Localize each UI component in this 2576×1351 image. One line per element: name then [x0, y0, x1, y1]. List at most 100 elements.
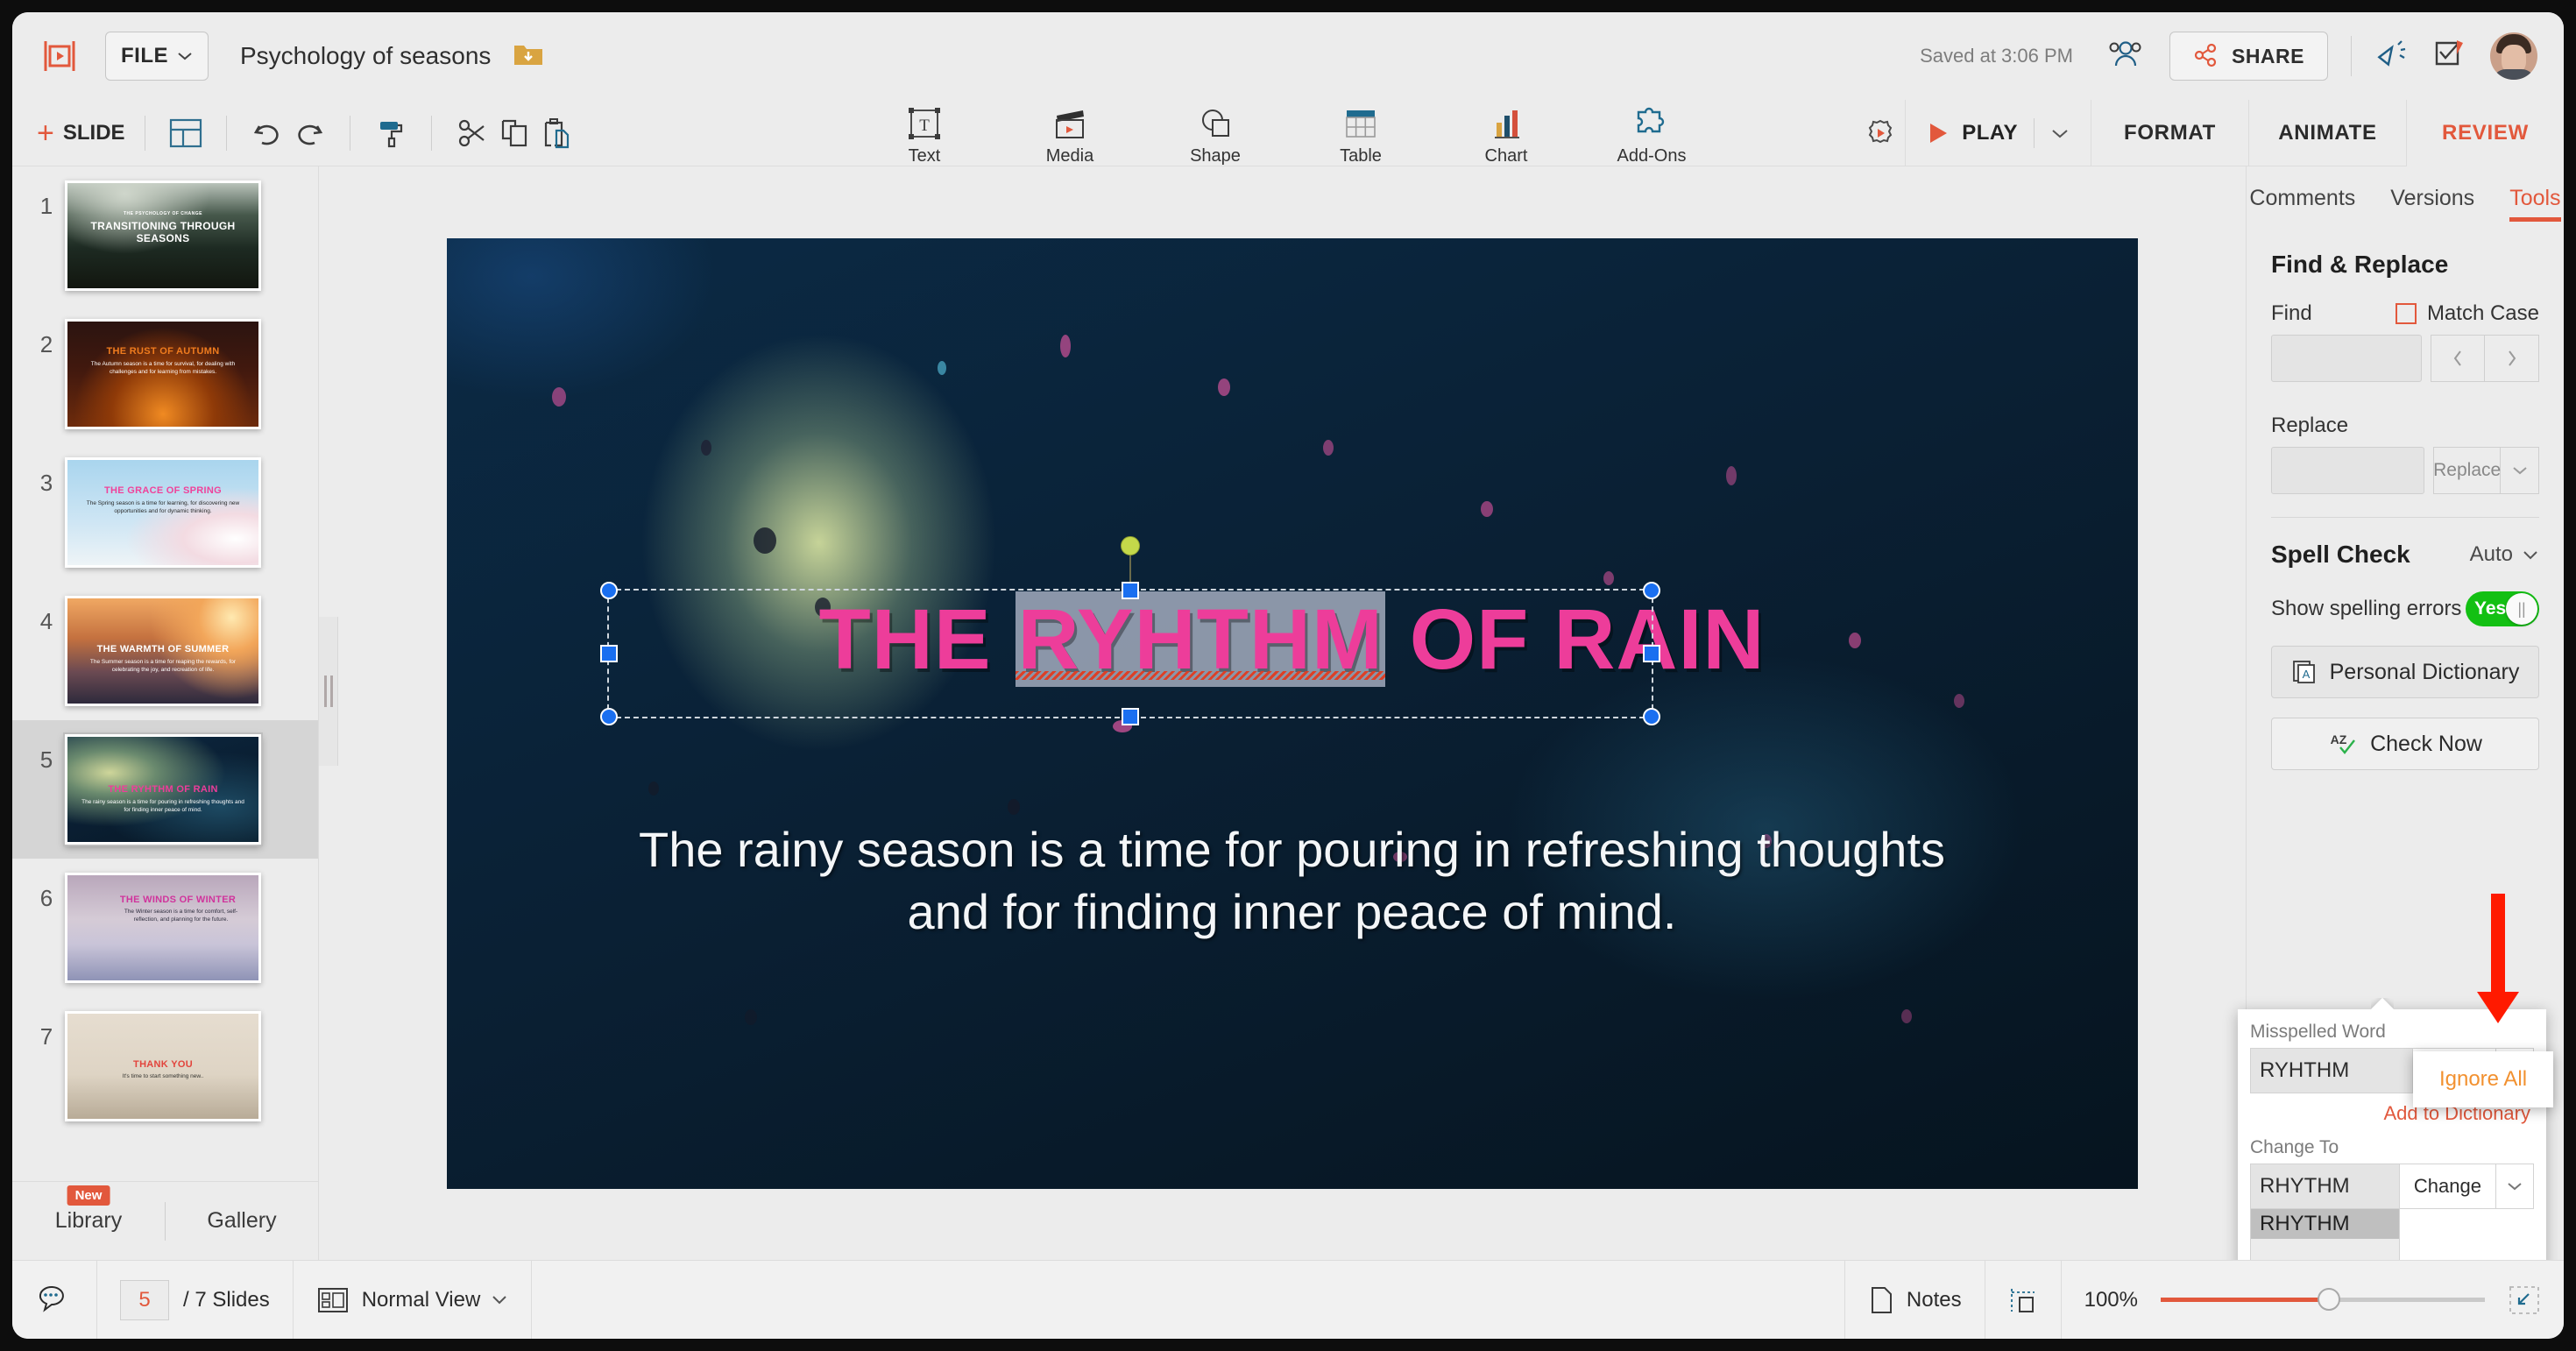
slide-thumbnail-selected[interactable]: THE RYHTHM OF RAIN The rainy season is a…: [65, 734, 261, 845]
tab-format[interactable]: FORMAT: [2091, 100, 2248, 166]
comments-button[interactable]: [12, 1260, 97, 1339]
tab-tools[interactable]: Tools: [2509, 186, 2561, 222]
normal-view-icon: [317, 1287, 348, 1312]
misspelled-word-input[interactable]: RYHTHM: [2250, 1048, 2413, 1093]
document-title[interactable]: Psychology of seasons: [240, 42, 491, 70]
find-next-button[interactable]: [2485, 335, 2539, 382]
secondary-toolbar: + SLIDE T Text Media Shape Table Chart A…: [12, 100, 2564, 166]
find-input[interactable]: [2271, 335, 2422, 382]
change-to-label: Change To: [2250, 1137, 2339, 1157]
zoom-slider-knob[interactable]: [2318, 1288, 2341, 1311]
resize-handle-middle-right[interactable]: [1642, 644, 1660, 662]
sidebar-tab-library-label: Library: [54, 1208, 123, 1233]
announcements-icon[interactable]: [2374, 38, 2410, 75]
rotation-handle[interactable]: [1120, 535, 1140, 555]
slide-subtitle[interactable]: The rainy season is a time for pouring i…: [605, 818, 1980, 944]
fit-to-screen-icon[interactable]: [2508, 1284, 2541, 1316]
app-logo-icon[interactable]: [37, 33, 82, 79]
spell-check-mode[interactable]: Auto: [2470, 542, 2513, 567]
match-case-checkbox[interactable]: [2395, 303, 2417, 324]
layout-icon[interactable]: [165, 112, 207, 154]
list-item[interactable]: 7 THANK YOU It's time to start something…: [12, 997, 318, 1135]
cut-icon[interactable]: [451, 112, 493, 154]
slide-canvas[interactable]: THE RYHTHM OF RAIN The rainy season is a…: [446, 237, 2138, 1189]
tab-versions[interactable]: Versions: [2390, 186, 2474, 216]
resize-handle-bottom-left[interactable]: [599, 707, 618, 725]
share-button[interactable]: SHARE: [2169, 32, 2328, 81]
list-item[interactable]: 2 THE RUST OF AUTUMN The Autumn season i…: [12, 305, 318, 443]
insert-table-button[interactable]: Table: [1313, 105, 1409, 166]
list-item[interactable]: 3 THE GRACE OF SPRING The Spring season …: [12, 443, 318, 582]
divider: [430, 115, 432, 151]
insert-addons-button[interactable]: Add-Ons: [1603, 105, 1700, 166]
suggestion-item[interactable]: RHYTHM: [2251, 1209, 2399, 1239]
collaborators-icon[interactable]: [2103, 39, 2143, 74]
file-menu-button[interactable]: FILE: [105, 32, 209, 81]
change-button[interactable]: Change: [2399, 1164, 2496, 1209]
gear-icon[interactable]: [1856, 109, 1905, 158]
slide-thumbnail[interactable]: THE WARMTH OF SUMMER The Summer season i…: [65, 596, 261, 706]
list-item[interactable]: 4 THE WARMTH OF SUMMER The Summer season…: [12, 582, 318, 720]
sidebar-tab-library[interactable]: New Library: [12, 1185, 165, 1234]
slide-thumbnail[interactable]: THE PSYCHOLOGY OF CHANGE TRANSITIONING T…: [65, 180, 261, 291]
change-options-button[interactable]: [2496, 1164, 2534, 1209]
insert-media-button[interactable]: Media: [1022, 105, 1118, 166]
paste-icon[interactable]: [535, 112, 577, 154]
slide-thumbnail[interactable]: THE WINDS OF WINTER The Winter season is…: [65, 873, 261, 983]
find-previous-button[interactable]: [2431, 335, 2485, 382]
sidebar-tab-gallery[interactable]: Gallery: [166, 1208, 318, 1234]
personal-dictionary-button[interactable]: A Personal Dictionary: [2271, 646, 2539, 698]
play-button[interactable]: PLAY: [1905, 100, 2091, 166]
replace-input[interactable]: [2271, 447, 2425, 494]
shape-icon: [1202, 110, 1229, 137]
sidebar-tab-gallery-label: Gallery: [207, 1208, 277, 1233]
check-now-button[interactable]: AZ Check Now: [2271, 718, 2539, 770]
annotation-arrow-icon: [2467, 894, 2529, 1025]
save-to-folder-icon[interactable]: [513, 41, 543, 72]
slide-thumbnail-sidebar[interactable]: 1 THE PSYCHOLOGY OF CHANGE TRANSITIONING…: [12, 166, 319, 1260]
slide-number: 6: [39, 885, 53, 911]
chevron-down-icon[interactable]: [2522, 549, 2539, 561]
resize-handle-middle-left[interactable]: [599, 644, 618, 662]
tab-animate[interactable]: ANIMATE: [2248, 100, 2406, 166]
current-slide-input[interactable]: 5: [120, 1279, 169, 1320]
guides-toggle-button[interactable]: [1985, 1260, 2062, 1339]
tab-review-label: REVIEW: [2442, 121, 2529, 145]
insert-shape-button[interactable]: Shape: [1167, 105, 1263, 166]
resize-handle-top-left[interactable]: [599, 581, 618, 599]
tab-comments[interactable]: Comments: [2249, 186, 2355, 216]
user-avatar[interactable]: [2490, 32, 2537, 80]
tab-review[interactable]: REVIEW: [2406, 100, 2564, 166]
copy-icon[interactable]: [493, 112, 535, 154]
ignore-all-item[interactable]: Ignore All: [2413, 1067, 2553, 1092]
format-painter-icon[interactable]: [370, 112, 412, 154]
redo-icon[interactable]: [288, 112, 330, 154]
show-spelling-errors-toggle[interactable]: Yes ||: [2466, 591, 2539, 626]
zoom-slider[interactable]: [2161, 1288, 2485, 1311]
resize-handle-bottom-center[interactable]: [1121, 707, 1139, 725]
slide-thumbnail[interactable]: THANK YOU It's time to start something n…: [65, 1011, 261, 1121]
slide-thumbnail-list[interactable]: 1 THE PSYCHOLOGY OF CHANGE TRANSITIONING…: [12, 166, 318, 1181]
undo-icon[interactable]: [246, 112, 288, 154]
resize-handle-bottom-right[interactable]: [1642, 707, 1660, 725]
ignore-dropdown-menu[interactable]: Ignore All: [2413, 1051, 2553, 1107]
notes-button[interactable]: Notes: [1844, 1260, 1985, 1339]
text-box-selection[interactable]: [599, 535, 1660, 725]
add-slide-button[interactable]: + SLIDE: [37, 118, 125, 148]
edit-note-icon[interactable]: [2432, 38, 2467, 75]
slide-thumbnail[interactable]: THE RUST OF AUTUMN The Autumn season is …: [65, 319, 261, 429]
insert-chart-button[interactable]: Chart: [1458, 105, 1554, 166]
view-mode-selector[interactable]: Normal View: [294, 1260, 533, 1339]
slide-thumbnail[interactable]: THE GRACE OF SPRING The Spring season is…: [65, 457, 261, 568]
resize-handle-top-right[interactable]: [1642, 581, 1660, 599]
replace-button[interactable]: Replace: [2433, 447, 2501, 494]
change-to-input[interactable]: RHYTHM: [2250, 1164, 2400, 1209]
resize-handle-top-center[interactable]: [1121, 581, 1139, 599]
replace-options-button[interactable]: [2501, 447, 2539, 494]
list-item[interactable]: 5 THE RYHTHM OF RAIN The rainy season is…: [12, 720, 318, 859]
sidebar-collapse-handle[interactable]: [319, 617, 338, 766]
list-item[interactable]: 6 THE WINDS OF WINTER The Winter season …: [12, 859, 318, 997]
find-label: Find: [2271, 301, 2312, 325]
list-item[interactable]: 1 THE PSYCHOLOGY OF CHANGE TRANSITIONING…: [12, 166, 318, 305]
insert-text-button[interactable]: T Text: [876, 105, 973, 166]
